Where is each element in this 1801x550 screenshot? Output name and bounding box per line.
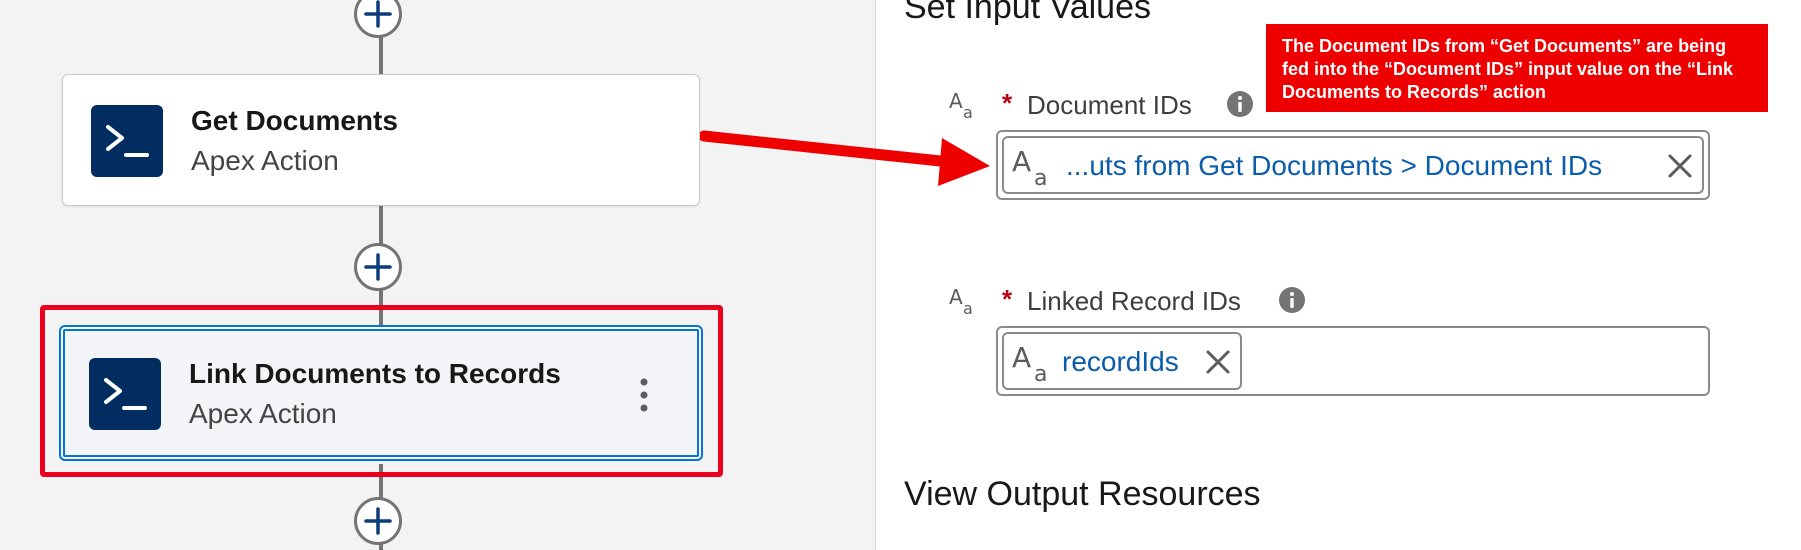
- info-icon[interactable]: [1226, 90, 1254, 118]
- close-icon[interactable]: [1666, 152, 1694, 180]
- add-element-button[interactable]: [354, 0, 402, 38]
- section-title-input-values: Set Input Values: [904, 0, 1151, 26]
- text-type-icon: A a: [949, 89, 973, 122]
- annotation-callout: The Document IDs from “Get Documents” ar…: [1266, 24, 1768, 112]
- info-icon[interactable]: [1278, 286, 1306, 314]
- add-icon: [364, 0, 392, 28]
- text-type-icon: A a: [1012, 145, 1047, 189]
- svg-text:a: a: [963, 299, 973, 318]
- node-subtitle: Apex Action: [189, 398, 337, 429]
- pill-label: ...uts from Get Documents > Document IDs: [1066, 150, 1603, 181]
- node-title: Link Documents to Records: [189, 358, 561, 389]
- required-marker: *: [1002, 88, 1013, 118]
- svg-text:A: A: [949, 89, 963, 113]
- close-icon[interactable]: [1204, 348, 1232, 376]
- node-subtitle: Apex Action: [191, 145, 339, 176]
- field-label-document-ids: Document IDs: [1027, 90, 1192, 120]
- pill-label: recordIds: [1062, 346, 1179, 377]
- add-icon: [364, 253, 392, 281]
- svg-text:a: a: [1034, 166, 1047, 189]
- svg-text:A: A: [949, 285, 963, 309]
- add-icon: [364, 507, 392, 535]
- document-ids-input[interactable]: A a ...uts from Get Documents > Document…: [996, 130, 1710, 200]
- text-type-icon: A a: [949, 285, 973, 318]
- add-element-button[interactable]: [354, 243, 402, 291]
- flow-node-get-documents[interactable]: Get Documents Apex Action: [62, 74, 700, 206]
- panel-divider: [875, 0, 876, 550]
- resource-pill[interactable]: A a ...uts from Get Documents > Document…: [1002, 136, 1704, 194]
- flow-node-link-documents[interactable]: Link Documents to Records Apex Action: [59, 325, 703, 461]
- apex-terminal-icon: [89, 358, 161, 430]
- svg-text:A: A: [1012, 145, 1031, 178]
- node-title: Get Documents: [191, 105, 398, 136]
- required-marker: *: [1002, 284, 1013, 314]
- add-element-button[interactable]: [354, 497, 402, 545]
- apex-terminal-icon: [91, 105, 163, 177]
- resource-pill[interactable]: A a recordIds: [1002, 332, 1242, 390]
- flow-canvas: Get Documents Apex Action Link Documents…: [0, 0, 875, 550]
- text-type-icon: A a: [1012, 341, 1047, 385]
- kebab-menu-icon[interactable]: [638, 377, 650, 413]
- linked-record-ids-input[interactable]: A a recordIds: [996, 326, 1710, 396]
- field-label-linked-record-ids: Linked Record IDs: [1027, 286, 1241, 316]
- section-title-output-resources: View Output Resources: [904, 475, 1261, 513]
- svg-text:a: a: [1034, 362, 1047, 385]
- annotation-arrow: [700, 130, 990, 186]
- svg-text:A: A: [1012, 341, 1031, 374]
